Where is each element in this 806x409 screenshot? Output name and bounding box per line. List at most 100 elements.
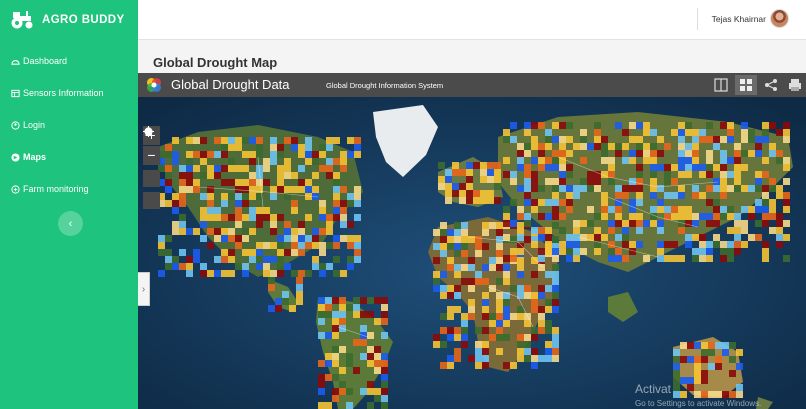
- drought-cell: [381, 388, 388, 395]
- drought-cell: [496, 348, 503, 355]
- drought-cell: [559, 150, 566, 157]
- drought-cell: [496, 327, 503, 334]
- drought-cell: [367, 360, 374, 367]
- drought-cell: [433, 271, 440, 278]
- drought-cell: [318, 374, 325, 381]
- drought-cell: [692, 248, 699, 255]
- drought-cell: [713, 220, 720, 227]
- drought-cell: [720, 171, 727, 178]
- drought-cell: [305, 214, 312, 221]
- drought-cell: [221, 179, 228, 186]
- drought-cell: [573, 185, 580, 192]
- drought-cell: [694, 377, 701, 384]
- drought-cell: [482, 313, 489, 320]
- drought-cell: [727, 241, 734, 248]
- sidebar-item-farm-monitoring[interactable]: Farm monitoring: [0, 173, 138, 205]
- layout-grid-button[interactable]: [735, 75, 757, 95]
- drought-cell: [531, 257, 538, 264]
- drought-cell: [559, 171, 566, 178]
- drought-cell: [601, 150, 608, 157]
- sidebar-item-login[interactable]: Login: [0, 109, 138, 141]
- drought-cell: [580, 185, 587, 192]
- drought-cell: [524, 236, 531, 243]
- sidebar-collapse-button[interactable]: ‹: [58, 211, 83, 236]
- sidebar-item-dashboard[interactable]: Dashboard: [0, 45, 138, 77]
- drought-cell: [270, 228, 277, 235]
- drought-cell: [678, 157, 685, 164]
- drought-cell: [440, 327, 447, 334]
- drought-cell: [587, 220, 594, 227]
- drought-cell: [249, 151, 256, 158]
- drought-cell: [762, 129, 769, 136]
- drought-cell: [207, 193, 214, 200]
- drought-cell: [587, 206, 594, 213]
- drought-cell: [727, 255, 734, 262]
- home-button[interactable]: [143, 127, 160, 187]
- drought-cell: [566, 164, 573, 171]
- drought-cell: [713, 206, 720, 213]
- drought-cell: [172, 193, 179, 200]
- share-button[interactable]: [760, 75, 782, 95]
- drought-cell: [545, 299, 552, 306]
- drought-cell: [685, 220, 692, 227]
- zoom-out-button[interactable]: −: [143, 146, 160, 165]
- drought-cell: [594, 136, 601, 143]
- drought-cell: [692, 164, 699, 171]
- drought-cell: [179, 186, 186, 193]
- drought-cell: [706, 171, 713, 178]
- drought-cell: [559, 199, 566, 206]
- sidebar-item-sensors-information[interactable]: Sensors Information: [0, 77, 138, 109]
- drought-cell: [685, 129, 692, 136]
- drought-cell: [440, 292, 447, 299]
- drought-cell: [545, 241, 552, 248]
- drought-cell: [643, 129, 650, 136]
- drought-cell: [713, 185, 720, 192]
- drought-cell: [680, 391, 687, 398]
- drought-cell: [762, 122, 769, 129]
- map-title: Global Drought Data: [171, 77, 290, 92]
- drought-cell: [694, 342, 701, 349]
- drought-cell: [671, 213, 678, 220]
- side-panel-toggle[interactable]: ›: [138, 272, 150, 306]
- drought-cell: [664, 206, 671, 213]
- drought-cell: [475, 327, 482, 334]
- locate-button[interactable]: [143, 126, 160, 209]
- drought-cell: [452, 190, 459, 197]
- swipe-button[interactable]: [710, 75, 732, 95]
- drought-cell: [615, 220, 622, 227]
- brand[interactable]: AGRO BUDDY: [0, 0, 138, 40]
- print-button[interactable]: [784, 75, 806, 95]
- drought-cell: [172, 200, 179, 207]
- drought-cell: [354, 193, 361, 200]
- drought-cell: [678, 150, 685, 157]
- drought-cell: [734, 234, 741, 241]
- drought-cell: [277, 144, 284, 151]
- drought-cell: [701, 370, 708, 377]
- drought-cell: [524, 355, 531, 362]
- drought-cell: [531, 292, 538, 299]
- drought-cell: [629, 220, 636, 227]
- drought-cell: [354, 249, 361, 256]
- drought-cell: [720, 192, 727, 199]
- world-map[interactable]: [138, 97, 806, 409]
- drought-cell: [722, 349, 729, 356]
- avatar[interactable]: [770, 9, 789, 28]
- drought-cell: [629, 136, 636, 143]
- drought-cell: [305, 242, 312, 249]
- drought-cell: [685, 206, 692, 213]
- sidebar-item-maps[interactable]: Maps: [0, 141, 138, 173]
- drought-map[interactable]: + − Activat Go to Settings to activate W…: [138, 97, 806, 409]
- drought-cell: [762, 192, 769, 199]
- drought-cell: [340, 186, 347, 193]
- drought-cell: [678, 206, 685, 213]
- drought-cell: [694, 370, 701, 377]
- user-name[interactable]: Tejas Khairnar: [712, 14, 766, 24]
- drought-cell: [381, 367, 388, 374]
- drought-cell: [367, 353, 374, 360]
- drought-cell: [538, 157, 545, 164]
- drought-cell: [165, 144, 172, 151]
- drought-cell: [374, 388, 381, 395]
- drought-cell: [454, 271, 461, 278]
- drought-cell: [552, 271, 559, 278]
- drought-cell: [636, 220, 643, 227]
